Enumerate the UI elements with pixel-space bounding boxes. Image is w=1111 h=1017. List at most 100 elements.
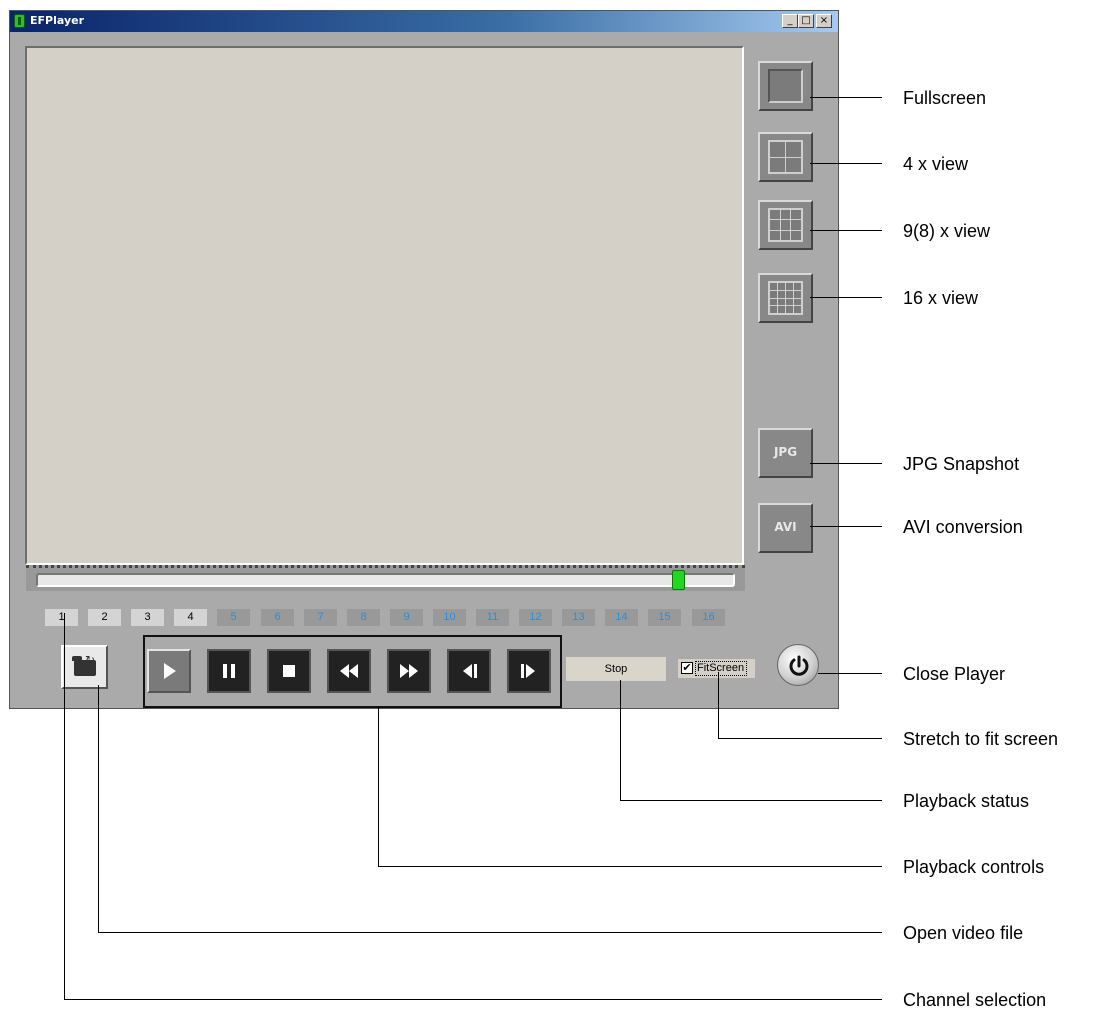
open-arrow-icon: ↻ <box>85 653 96 667</box>
grid-cell <box>785 297 794 307</box>
callout-line-stretch-h <box>718 738 882 739</box>
play-button[interactable] <box>147 649 191 693</box>
grid-cell <box>790 229 802 242</box>
grid-cell <box>769 305 778 314</box>
callout-4x-view: 4 x view <box>903 154 969 174</box>
grid-cell <box>769 219 781 231</box>
fullscreen-button[interactable] <box>758 61 813 111</box>
grid-cell <box>785 289 794 299</box>
channel-button-16[interactable]: 16 <box>692 609 725 626</box>
seek-bar[interactable] <box>26 565 745 591</box>
view-4x-button[interactable] <box>758 132 813 182</box>
callout-line-status-h <box>620 800 882 801</box>
channel-button-1[interactable]: 1 <box>45 609 78 626</box>
jpg-snapshot-button[interactable]: JPG <box>758 428 813 478</box>
maximize-button[interactable]: □ <box>798 14 814 28</box>
callout-channel-selection: Channel selection <box>903 990 1047 1010</box>
callout-playback-status: Playback status <box>903 791 1030 811</box>
playback-controls <box>143 635 562 708</box>
channel-button-5[interactable]: 5 <box>217 609 250 626</box>
fast-forward-icon <box>400 664 418 678</box>
callout-line-16x <box>810 297 882 298</box>
grid-cell <box>777 289 786 299</box>
seek-track[interactable] <box>36 570 735 590</box>
grid-cell <box>785 141 802 158</box>
callout-avi-conversion: AVI conversion <box>903 517 1023 537</box>
callout-open-video: Open video file <box>903 923 1024 943</box>
power-icon <box>789 655 809 676</box>
grid-cell <box>790 208 802 221</box>
fast-forward-button[interactable] <box>387 649 431 693</box>
callout-line-controls-h <box>378 866 882 867</box>
fitscreen-checkbox[interactable]: ✔ FitScreen <box>678 659 755 678</box>
channel-button-15[interactable]: 15 <box>648 609 681 626</box>
callout-line-avi <box>810 526 882 527</box>
play-icon <box>164 663 176 679</box>
seek-thumb[interactable] <box>672 570 685 590</box>
grid-cell <box>785 156 802 173</box>
stop-button[interactable] <box>267 649 311 693</box>
close-player-button[interactable] <box>777 644 819 686</box>
step-back-button[interactable] <box>447 649 491 693</box>
fullscreen-icon <box>768 69 803 103</box>
channel-button-14[interactable]: 14 <box>605 609 638 626</box>
grid-cell <box>785 305 794 314</box>
grid-cell <box>779 208 792 221</box>
close-window-button[interactable]: × <box>816 14 832 28</box>
channel-button-7[interactable]: 7 <box>304 609 337 626</box>
grid-cell <box>769 289 778 299</box>
channel-button-6[interactable]: 6 <box>261 609 294 626</box>
rewind-button[interactable] <box>327 649 371 693</box>
callout-line-fullscreen <box>810 97 882 98</box>
minimize-button[interactable]: _ <box>782 14 798 28</box>
callout-jpg-snapshot: JPG Snapshot <box>903 454 1020 474</box>
channel-button-13[interactable]: 13 <box>562 609 595 626</box>
channel-button-3[interactable]: 3 <box>131 609 164 626</box>
pause-button[interactable] <box>207 649 251 693</box>
callout-line-controls-v <box>378 707 379 867</box>
stop-icon <box>283 665 295 677</box>
callout-line-stretch-v <box>718 672 719 739</box>
video-display[interactable] <box>25 46 744 565</box>
grid-cell <box>793 289 802 299</box>
grid-cell <box>779 219 792 231</box>
playback-status: Stop <box>566 657 666 681</box>
grid-cell <box>793 305 802 314</box>
open-file-button[interactable]: ↻ <box>61 645 108 689</box>
grid-cell <box>769 282 778 291</box>
channel-button-12[interactable]: 12 <box>519 609 552 626</box>
callout-stretch: Stretch to fit screen <box>903 729 1059 749</box>
app-icon <box>14 14 25 28</box>
grid-16-icon <box>768 281 803 315</box>
grid-cell <box>777 282 786 291</box>
callout-9x-view: 9(8) x view <box>903 221 991 241</box>
pause-icon <box>223 664 235 678</box>
step-back-icon <box>463 664 477 678</box>
callout-close-player: Close Player <box>903 664 1006 684</box>
fitscreen-label[interactable]: FitScreen <box>694 659 748 678</box>
callout-fullscreen: Fullscreen <box>903 88 987 108</box>
channel-button-8[interactable]: 8 <box>347 609 380 626</box>
view-9x-button[interactable] <box>758 200 813 250</box>
fitscreen-checkbox-box[interactable]: ✔ <box>681 662 693 674</box>
grid-cell <box>790 219 802 231</box>
step-forward-button[interactable] <box>507 649 551 693</box>
channel-button-4[interactable]: 4 <box>174 609 207 626</box>
callout-line-status-v <box>620 680 621 801</box>
view-16x-button[interactable] <box>758 273 813 323</box>
avi-conversion-button[interactable]: AVI <box>758 503 813 553</box>
channel-button-2[interactable]: 2 <box>88 609 121 626</box>
efplayer-window: EFPlayer _ □ × JPG AVI 1 2 3 4 5 6 7 8 9 10 11 12 13… <box>9 10 839 709</box>
callout-line-4x <box>810 163 882 164</box>
callout-playback-controls: Playback controls <box>903 857 1045 877</box>
channel-button-11[interactable]: 11 <box>476 609 509 626</box>
callout-line-open-v <box>98 685 99 933</box>
window-title: EFPlayer <box>30 14 85 27</box>
grid-cell <box>777 297 786 307</box>
channel-button-10[interactable]: 10 <box>433 609 466 626</box>
title-bar[interactable]: EFPlayer _ □ × <box>10 11 838 32</box>
grid-4-icon <box>768 140 803 174</box>
grid-cell <box>793 297 802 307</box>
callout-line-channel-h <box>64 999 882 1000</box>
channel-button-9[interactable]: 9 <box>390 609 423 626</box>
